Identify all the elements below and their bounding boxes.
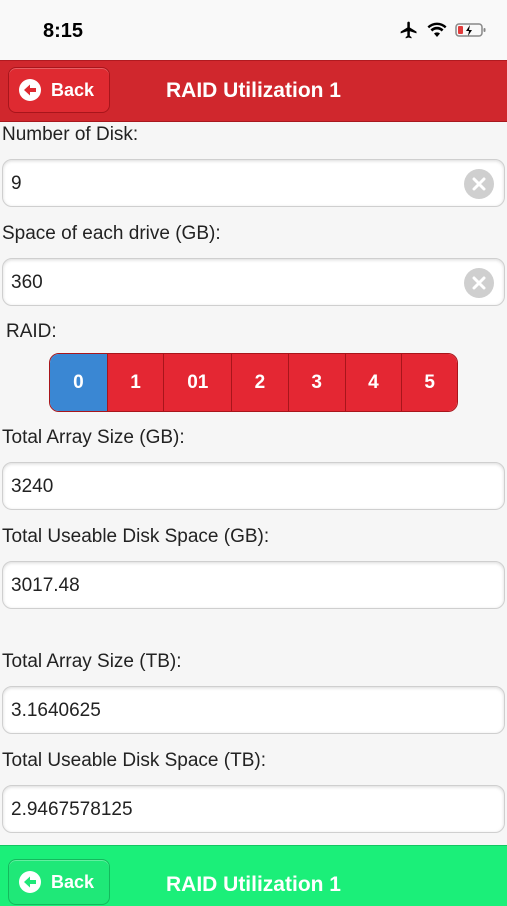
footer-bar: Back RAID Utilization 1 [0,845,507,906]
footer-title: RAID Utilization 1 [165,873,341,896]
raid-option-5[interactable]: 5 [401,354,457,411]
space-value: 360 [11,272,43,293]
raid-option-4[interactable]: 4 [344,354,402,411]
usable-tb-label: Total Useable Disk Space (TB): [2,750,266,771]
page-title: RAID Utilization 1 [165,79,341,102]
raid-option-2[interactable]: 2 [231,354,288,411]
header-bar: Back RAID Utilization 1 [0,60,507,122]
usable-tb-output: 2.9467578125 [2,785,505,833]
status-bar: 8:15 [0,0,507,60]
array-gb-value: 3240 [11,476,54,497]
raid-label: RAID: [6,321,57,342]
space-label: Space of each drive (GB): [2,223,221,244]
usable-gb-output: 3017.48 [2,561,505,609]
airplane-icon [399,20,419,45]
usable-gb-label: Total Useable Disk Space (GB): [2,526,270,547]
clear-circle-icon[interactable] [464,169,494,199]
raid-option-0[interactable]: 0 [50,354,107,411]
wifi-icon [427,22,447,43]
disks-label: Number of Disk: [2,124,139,145]
raid-option-01[interactable]: 01 [163,354,232,411]
array-gb-label: Total Array Size (GB): [2,427,185,448]
status-time: 8:15 [43,20,84,42]
usable-gb-value: 3017.48 [11,575,80,596]
raid-option-1[interactable]: 1 [106,354,164,411]
space-input[interactable]: 360 [2,258,505,306]
raid-segmented-control: 0 1 01 2 3 4 5 [49,353,458,412]
array-tb-value: 3.1640625 [11,700,101,721]
disks-value: 9 [11,173,22,194]
battery-charging-icon [455,22,487,43]
usable-tb-value: 2.9467578125 [11,799,133,820]
array-tb-output: 3.1640625 [2,686,505,734]
array-gb-output: 3240 [2,462,505,510]
disks-input[interactable]: 9 [2,159,505,207]
clear-circle-icon[interactable] [464,268,494,298]
raid-option-3[interactable]: 3 [287,354,345,411]
array-tb-label: Total Array Size (TB): [2,651,182,672]
status-icons [399,20,487,45]
